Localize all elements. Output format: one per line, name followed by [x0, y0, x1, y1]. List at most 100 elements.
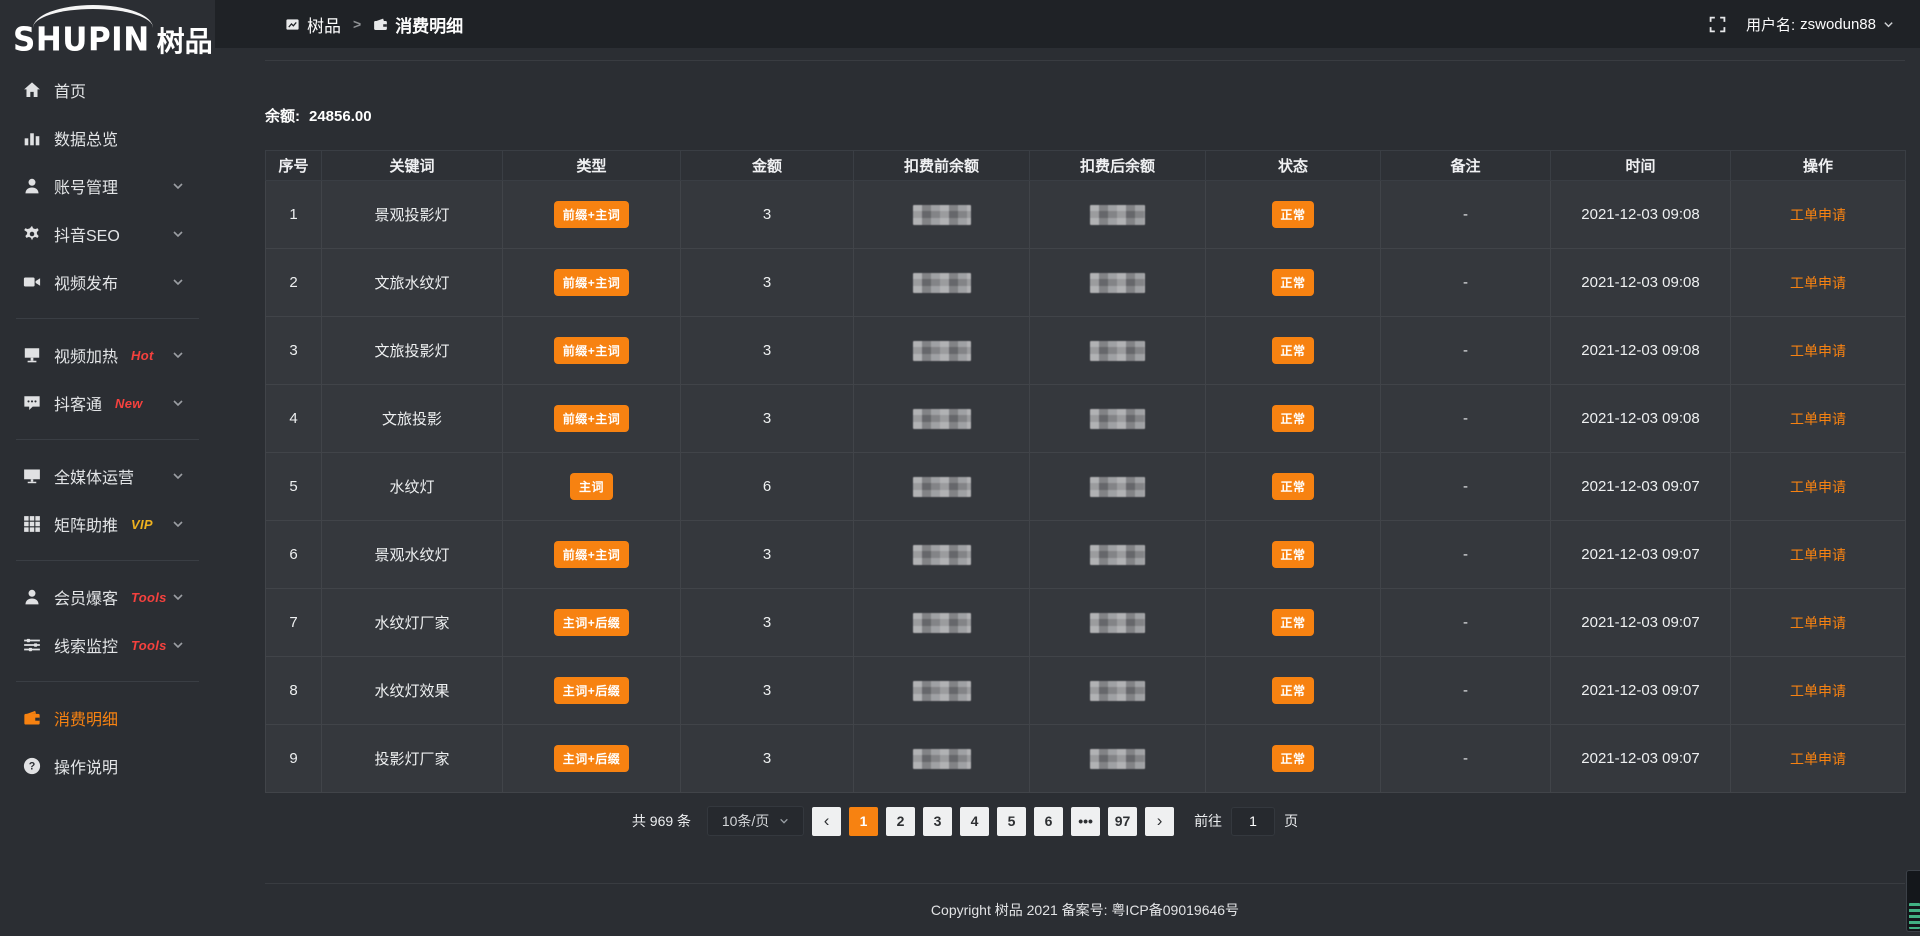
- page-button-2[interactable]: 2: [886, 807, 915, 836]
- cell-action: 工单申请: [1731, 181, 1906, 249]
- cell-no: 4: [266, 385, 322, 453]
- wallet-icon: [373, 17, 388, 32]
- cell-keyword: 水纹灯厂家: [322, 589, 503, 657]
- work-order-link[interactable]: 工单申请: [1790, 479, 1846, 495]
- cell-type: 前缀+主词: [503, 181, 681, 249]
- work-order-link[interactable]: 工单申请: [1790, 615, 1846, 631]
- work-order-link[interactable]: 工单申请: [1790, 275, 1846, 291]
- cell-no: 7: [266, 589, 322, 657]
- page-button-6[interactable]: 6: [1034, 807, 1063, 836]
- sidebar-item-member-burst[interactable]: 会员爆客Tools: [0, 573, 215, 621]
- cell-amount: 3: [681, 521, 854, 589]
- cell-keyword: 景观水纹灯: [322, 521, 503, 589]
- work-order-link[interactable]: 工单申请: [1790, 751, 1846, 767]
- gear-icon: [23, 225, 41, 243]
- page-button-3[interactable]: 3: [923, 807, 952, 836]
- cell-status: 正常: [1206, 725, 1381, 793]
- cell-time: 2021-12-03 09:08: [1551, 385, 1731, 453]
- sidebar-divider: [16, 681, 199, 682]
- cell-balance-before: [854, 181, 1030, 249]
- sidebar-item-badge: Hot: [131, 348, 154, 363]
- sidebar-item-douyin-seo[interactable]: 抖音SEO: [0, 210, 215, 258]
- remark-text: -: [1463, 750, 1468, 767]
- cell-time: 2021-12-03 09:07: [1551, 657, 1731, 725]
- sidebar-divider: [16, 318, 199, 319]
- main-area: 树品 > 消费明细 用户名: zswodun88 余额:24856.00: [215, 0, 1920, 936]
- cell-keyword: 文旅投影: [322, 385, 503, 453]
- column-header: 类型: [503, 151, 681, 181]
- sidebar-item-label: 操作说明: [54, 754, 118, 778]
- fullscreen-icon[interactable]: [1709, 16, 1726, 33]
- type-badge: 前缀+主词: [554, 405, 630, 432]
- masked-balance-after: [1090, 341, 1145, 361]
- bar-chart-icon: [23, 129, 41, 147]
- sidebar-item-account-management[interactable]: 账号管理: [0, 162, 215, 210]
- column-header: 金额: [681, 151, 854, 181]
- masked-balance-before: [913, 749, 971, 769]
- masked-balance-before: [913, 681, 971, 701]
- page-button-5[interactable]: 5: [997, 807, 1026, 836]
- work-order-link[interactable]: 工单申请: [1790, 547, 1846, 563]
- sidebar-item-video-publish[interactable]: 视频发布: [0, 258, 215, 306]
- cell-time: 2021-12-03 09:08: [1551, 249, 1731, 317]
- masked-balance-before: [913, 409, 971, 429]
- sidebar-item-badge: Tools: [131, 590, 167, 605]
- cell-balance-after: [1030, 725, 1206, 793]
- sidebar-item-clue-monitor[interactable]: 线索监控Tools: [0, 621, 215, 669]
- goto-page-input[interactable]: [1231, 807, 1275, 836]
- sidebar-item-label: 首页: [54, 78, 86, 102]
- sidebar-item-instructions[interactable]: ? 操作说明: [0, 742, 215, 790]
- monitor-icon: [23, 467, 41, 485]
- cell-time: 2021-12-03 09:08: [1551, 181, 1731, 249]
- masked-balance-after: [1090, 545, 1145, 565]
- cell-balance-before: [854, 453, 1030, 521]
- sidebar-item-data-overview[interactable]: 数据总览: [0, 114, 215, 162]
- work-order-link[interactable]: 工单申请: [1790, 207, 1846, 223]
- masked-balance-before: [913, 613, 971, 633]
- page-button-97[interactable]: 97: [1108, 807, 1137, 836]
- breadcrumb-separator: >: [353, 16, 361, 32]
- cell-amount: 6: [681, 453, 854, 521]
- sidebar-item-media-operation[interactable]: 全媒体运营: [0, 452, 215, 500]
- cell-status: 正常: [1206, 317, 1381, 385]
- cell-remark: -: [1381, 657, 1551, 725]
- app-icon: [285, 17, 300, 32]
- type-badge: 主词: [570, 473, 613, 500]
- sidebar-item-consumption-detail[interactable]: 消费明细: [0, 694, 215, 742]
- cell-status: 正常: [1206, 521, 1381, 589]
- work-order-link[interactable]: 工单申请: [1790, 683, 1846, 699]
- balance-label: 余额:: [265, 108, 300, 125]
- masked-balance-before: [913, 477, 971, 497]
- cell-no: 2: [266, 249, 322, 317]
- cell-remark: -: [1381, 317, 1551, 385]
- cell-remark: -: [1381, 589, 1551, 657]
- page-ellipsis-button[interactable]: •••: [1071, 807, 1100, 836]
- cell-remark: -: [1381, 725, 1551, 793]
- prev-page-button[interactable]: ‹: [812, 807, 841, 836]
- scroll-widget[interactable]: [1906, 870, 1920, 932]
- sidebar-item-home[interactable]: 首页: [0, 66, 215, 114]
- sidebar: SHUPIN 树品 首页数据总览账号管理抖音SEO视频发布视频加热Hot抖客通N…: [0, 0, 215, 936]
- page-button-1[interactable]: 1: [849, 807, 878, 836]
- cell-no: 5: [266, 453, 322, 521]
- page-button-4[interactable]: 4: [960, 807, 989, 836]
- sidebar-item-douketong[interactable]: 抖客通New: [0, 379, 215, 427]
- goto-page: 前往页: [1194, 807, 1298, 836]
- remark-text: -: [1463, 614, 1468, 631]
- scroll-widget-stripes: [1909, 903, 1920, 929]
- table-row: 3文旅投影灯前缀+主词3正常-2021-12-03 09:08工单申请: [266, 317, 1906, 385]
- table-header-row: 序号关键词类型金额扣费前余额扣费后余额状态备注时间操作: [266, 151, 1906, 181]
- user-menu[interactable]: 用户名: zswodun88: [1746, 14, 1894, 35]
- cell-keyword: 水纹灯效果: [322, 657, 503, 725]
- work-order-link[interactable]: 工单申请: [1790, 411, 1846, 427]
- cell-action: 工单申请: [1731, 385, 1906, 453]
- chevron-down-icon: [172, 470, 184, 482]
- page-size-select[interactable]: 10条/页: [707, 806, 804, 836]
- breadcrumb-root[interactable]: 树品: [307, 12, 341, 37]
- sidebar-item-video-heating[interactable]: 视频加热Hot: [0, 331, 215, 379]
- next-page-button[interactable]: ›: [1145, 807, 1174, 836]
- sidebar-item-matrix-boost[interactable]: 矩阵助推VIP: [0, 500, 215, 548]
- logo[interactable]: SHUPIN 树品: [0, 0, 215, 62]
- work-order-link[interactable]: 工单申请: [1790, 343, 1846, 359]
- svg-text:?: ?: [29, 761, 36, 773]
